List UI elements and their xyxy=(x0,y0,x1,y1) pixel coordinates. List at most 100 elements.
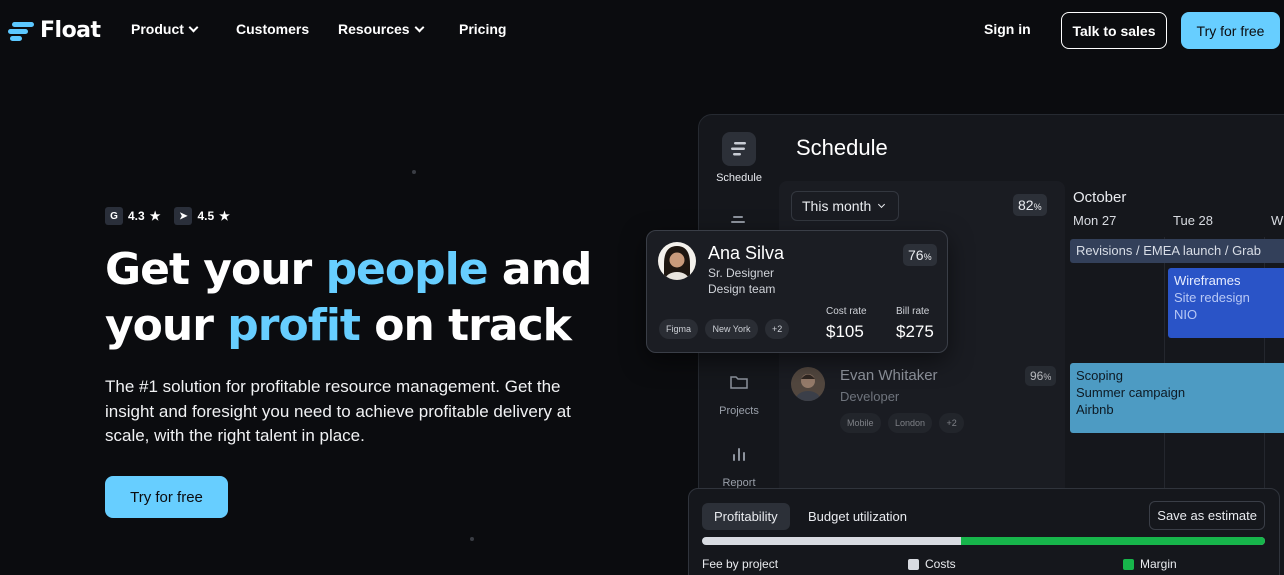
tab-budget-utilization[interactable]: Budget utilization xyxy=(796,503,919,530)
g2-rating: G 4.3 ★ xyxy=(105,207,160,225)
g2-rating-value: 4.3 xyxy=(128,209,145,223)
report-icon xyxy=(722,437,756,471)
chevron-down-icon xyxy=(878,200,886,208)
float-logo[interactable]: Float xyxy=(8,18,101,43)
bar-text: Revisions / EMEA launch / Grab xyxy=(1076,243,1261,258)
hero-subtitle: The #1 solution for profitable resource … xyxy=(105,377,571,445)
logo-text: Float xyxy=(40,18,101,43)
tag: +2 xyxy=(764,319,790,339)
person-utilization-badge: 76% xyxy=(903,244,937,266)
bill-rate-value: $275 xyxy=(896,322,934,341)
margin-swatch xyxy=(1123,558,1134,570)
nav-resources[interactable]: Resources xyxy=(338,21,425,37)
decor-dot xyxy=(470,537,474,541)
fee-label-text: Fee by project xyxy=(702,557,779,571)
nav-customers-label: Customers xyxy=(236,21,310,37)
tag: Figma xyxy=(659,319,699,339)
sidebar-item-report[interactable]: Report xyxy=(699,437,779,489)
chevron-down-icon xyxy=(188,22,199,32)
star-icon: ★ xyxy=(149,209,161,223)
headline-part: on track xyxy=(359,300,572,351)
calendar-day: W xyxy=(1271,213,1284,228)
avatar-ana xyxy=(658,242,696,280)
headline-part: Get your xyxy=(105,244,326,295)
capterra-icon: ➤ xyxy=(174,207,193,225)
costs-label: Costs xyxy=(925,557,956,571)
person-utilization-badge: 96% xyxy=(1025,366,1057,386)
avatar-evan xyxy=(791,367,825,401)
profitability-panel: Profitability Budget utilization Save as… xyxy=(688,488,1280,575)
cost-rate-label: Cost rate xyxy=(826,306,867,317)
overall-utilization-badge: 82% xyxy=(1013,194,1047,216)
bar-project: Site redesign xyxy=(1174,290,1250,305)
bill-rate-label: Bill rate xyxy=(896,306,930,317)
sidebar-label: Schedule xyxy=(716,172,762,184)
overall-pct-value: 82 xyxy=(1018,197,1034,213)
bar-title: Wireframes xyxy=(1174,273,1241,288)
tag: New York xyxy=(705,319,758,339)
person-name: Evan Whitaker xyxy=(840,367,938,384)
tag: Mobile xyxy=(840,413,881,433)
nav-product[interactable]: Product xyxy=(131,21,199,37)
folder-icon xyxy=(722,365,756,399)
nav-pricing-label: Pricing xyxy=(459,21,507,37)
pct-sign: % xyxy=(923,252,932,262)
fee-by-project-label: Fee by project xyxy=(702,557,778,571)
sidebar-label: Projects xyxy=(719,405,759,417)
capterra-rating-value: 4.5 xyxy=(197,209,215,223)
profitability-bar xyxy=(702,537,1265,545)
person-role: Developer xyxy=(840,389,900,404)
legend-costs: Costs xyxy=(908,557,956,571)
person-team: Design team xyxy=(708,282,776,296)
sign-in-link[interactable]: Sign in xyxy=(984,21,1031,37)
nav-customers[interactable]: Customers xyxy=(236,21,309,37)
sidebar-item-schedule[interactable]: Schedule xyxy=(699,132,779,184)
tab-profitability[interactable]: Profitability xyxy=(702,503,790,530)
person-role: Sr. Designer xyxy=(708,266,775,280)
calendar-day: Tue 28 xyxy=(1173,213,1213,228)
tag: +2 xyxy=(939,413,964,433)
schedule-bar-scoping[interactable]: Scoping Summer campaign Airbnb xyxy=(1070,363,1284,433)
schedule-bar-wireframes[interactable]: Wireframes Site redesign NIO xyxy=(1168,268,1284,338)
save-as-estimate-button[interactable]: Save as estimate xyxy=(1149,501,1265,530)
person-pct-value: 76 xyxy=(908,247,924,263)
bar-project: Summer campaign xyxy=(1076,385,1186,400)
sidebar-item-projects[interactable]: Projects xyxy=(699,365,779,417)
nav-resources-label: Resources xyxy=(338,21,410,37)
hero-try-for-free-button[interactable]: Try for free xyxy=(105,476,228,518)
schedule-icon xyxy=(722,132,756,166)
bar-title: Scoping xyxy=(1076,368,1123,383)
month-selector[interactable]: This month xyxy=(791,191,899,221)
nav-product-label: Product xyxy=(131,21,184,37)
margin-fill xyxy=(960,537,1265,545)
chevron-down-icon xyxy=(414,22,425,32)
person-card-ana[interactable]: Ana Silva Sr. Designer Design team 76% F… xyxy=(646,230,948,353)
ratings-row: G 4.3 ★ ➤ 4.5 ★ xyxy=(105,207,230,225)
month-selector-label: This month xyxy=(802,198,872,214)
legend-margin: Margin xyxy=(1123,557,1177,571)
margin-label: Margin xyxy=(1140,557,1177,571)
top-nav: Float Product Customers Resources Pricin… xyxy=(0,0,1284,60)
sign-in-label: Sign in xyxy=(984,21,1031,37)
try-for-free-nav-button[interactable]: Try for free xyxy=(1181,12,1280,49)
decor-dot xyxy=(412,170,416,174)
headline-part: and xyxy=(487,244,593,295)
person-tags: Figma New York +2 xyxy=(659,319,792,339)
schedule-bar-revisions[interactable]: Revisions / EMEA launch / Grab xyxy=(1070,239,1284,263)
headline-accent-profit: profit xyxy=(227,300,361,351)
hero-headline: Get your people and your profit on track xyxy=(105,242,625,354)
headline-part: your xyxy=(105,300,228,351)
person-pct-value: 96 xyxy=(1030,369,1044,383)
pct-sign: % xyxy=(1043,372,1052,382)
float-logo-icon xyxy=(8,20,36,42)
headline-accent-people: people xyxy=(325,244,489,295)
bar-client: Airbnb xyxy=(1076,402,1114,417)
person-tags: Mobile London +2 xyxy=(840,413,967,433)
cost-rate-value: $105 xyxy=(826,322,864,341)
g2-icon: G xyxy=(105,207,123,225)
costs-swatch xyxy=(908,558,919,570)
pct-sign: % xyxy=(1033,202,1042,212)
calendar-month: October xyxy=(1073,189,1127,206)
nav-pricing[interactable]: Pricing xyxy=(459,21,506,37)
talk-to-sales-button[interactable]: Talk to sales xyxy=(1061,12,1167,49)
